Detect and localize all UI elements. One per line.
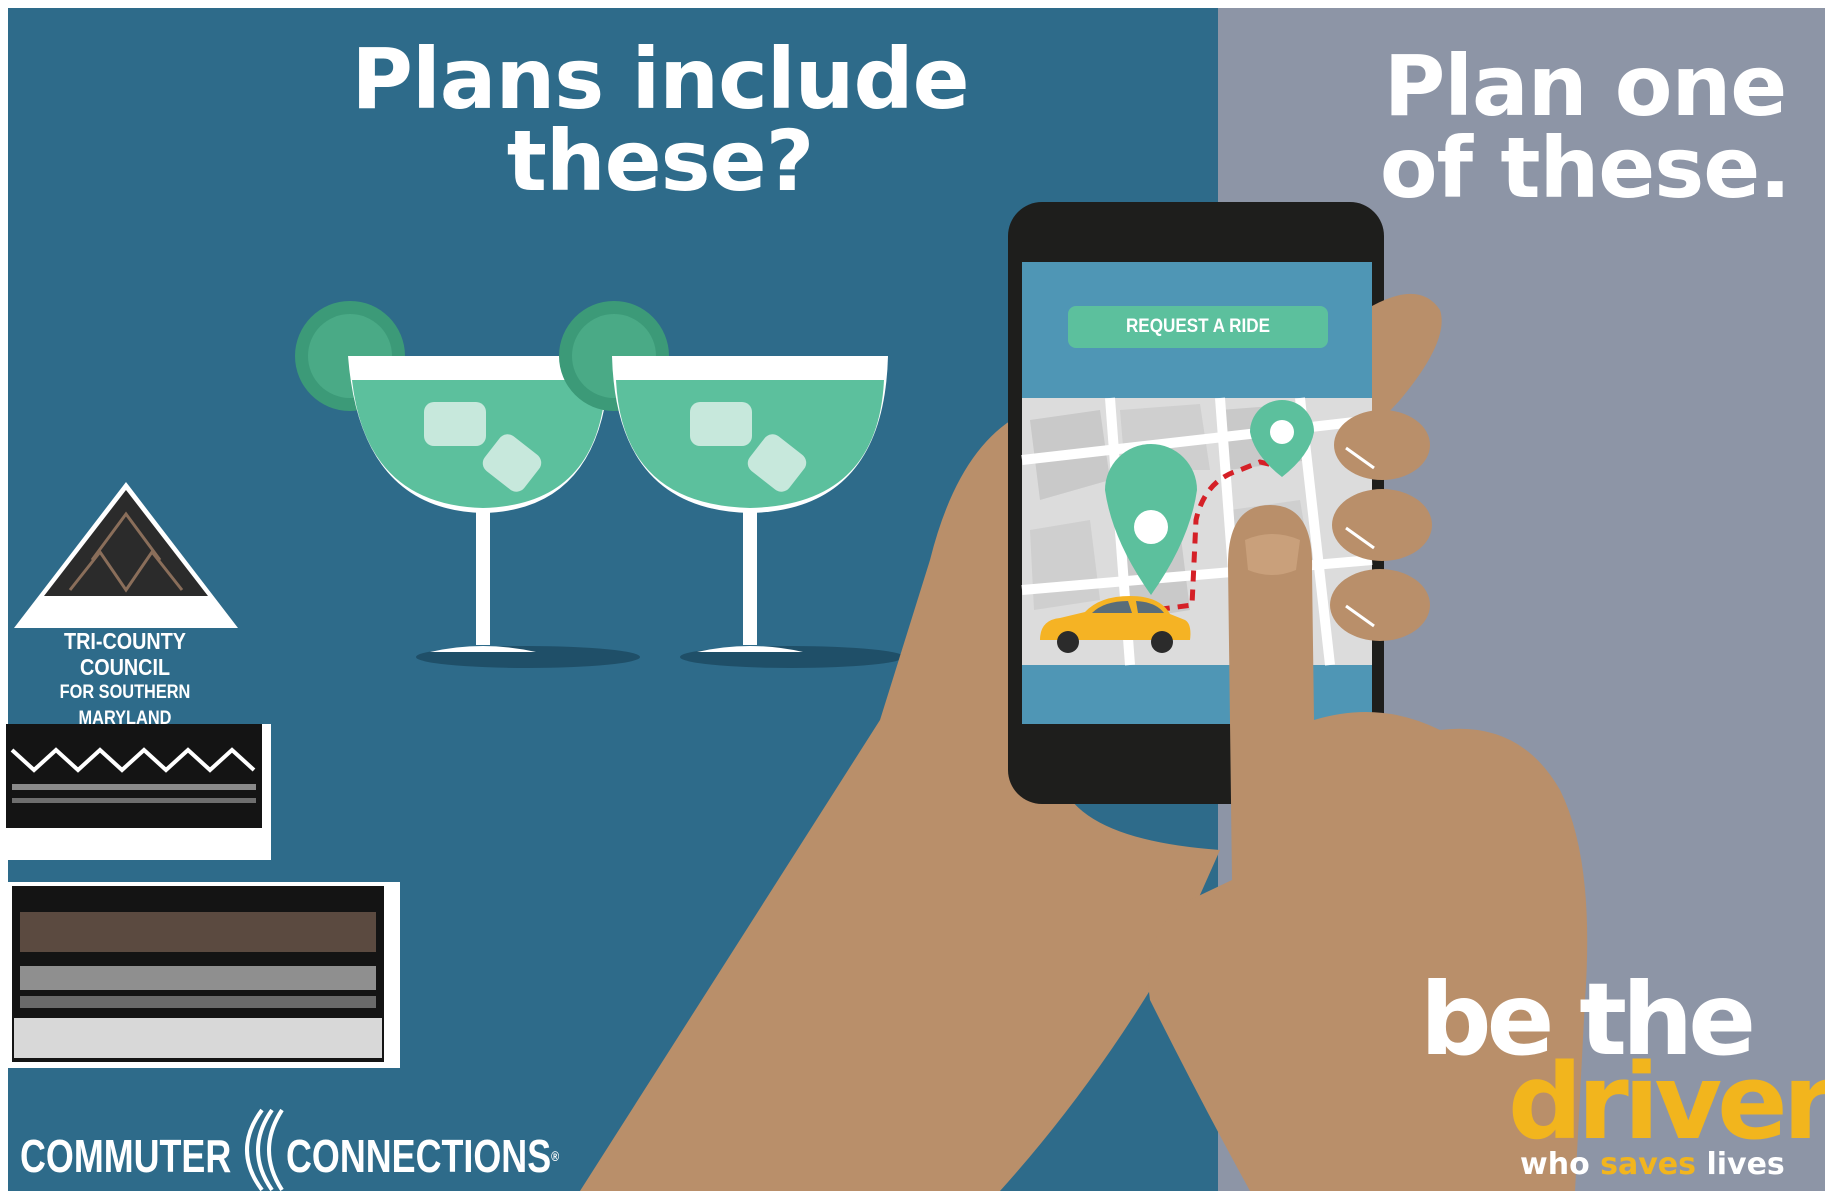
registered-mark: ® xyxy=(551,1148,560,1164)
smartphone xyxy=(1008,202,1384,804)
request-ride-button-label[interactable]: REQUEST A RIDE xyxy=(1081,306,1315,348)
connections-text: CONNECTIONS xyxy=(286,1130,552,1182)
headline-right: Plan one of these. xyxy=(1365,44,1805,210)
campaign-tagline: who saves lives xyxy=(1520,1147,1785,1183)
tagline-start: who xyxy=(1520,1147,1601,1182)
tri-county-line1: TRI-COUNTY COUNCIL xyxy=(64,628,186,680)
fingernail xyxy=(1245,534,1300,575)
tagline-end: lives xyxy=(1696,1147,1785,1182)
headline-right-line2: of these. xyxy=(1379,119,1791,217)
tri-county-line2: FOR SOUTHERN MARYLAND xyxy=(59,682,191,729)
tagline-accent: saves xyxy=(1600,1147,1696,1182)
commuter-word: COMMUTER xyxy=(20,1130,232,1182)
tri-county-logo-text: TRI-COUNTY COUNCIL FOR SOUTHERN MARYLAND xyxy=(6,628,244,732)
connections-word: CONNECTIONS® xyxy=(286,1128,559,1184)
county-seal-image xyxy=(8,882,400,1068)
map-view xyxy=(1021,397,1373,666)
campaign-driver: driver xyxy=(1508,1041,1825,1163)
county-seal-image xyxy=(6,724,271,860)
headline-left: Plans include these? xyxy=(300,37,1020,203)
headline-left-line2: these? xyxy=(506,112,815,210)
